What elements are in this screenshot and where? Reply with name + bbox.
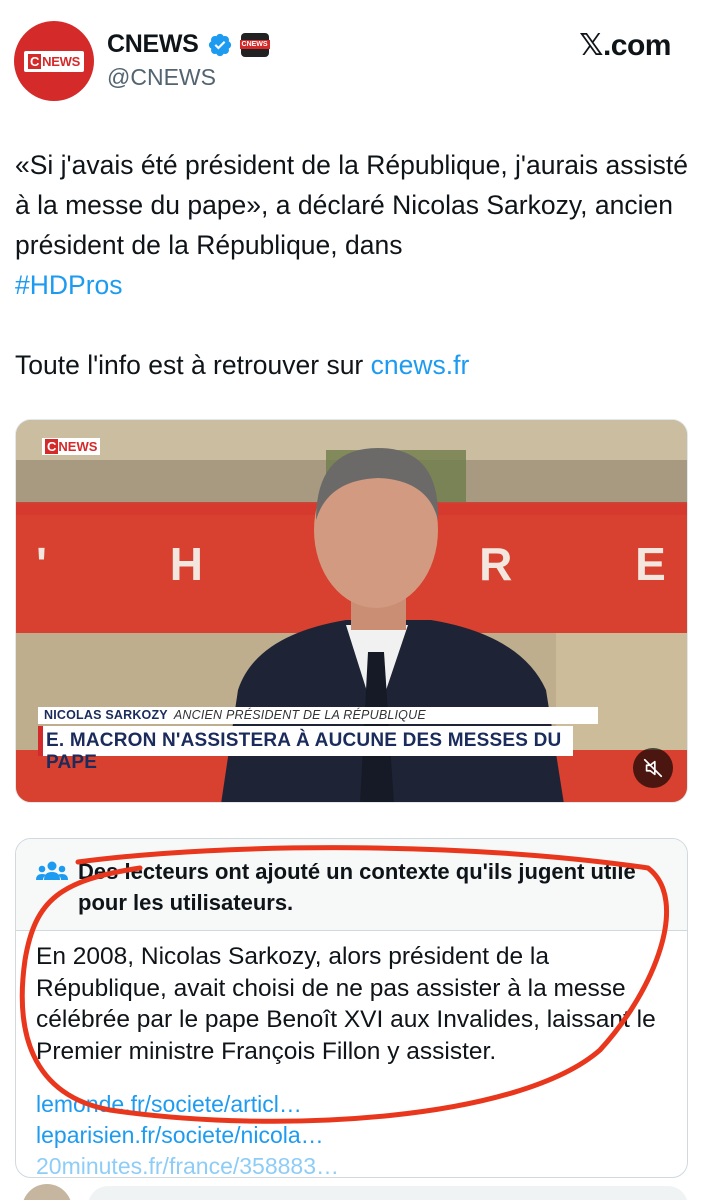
display-name[interactable]: CNEWS: [107, 30, 199, 59]
user-avatar[interactable]: [22, 1184, 72, 1200]
cnews-logo: C NEWS: [24, 50, 84, 72]
channel-logo: C NEWS: [42, 438, 101, 455]
tweet-text-paragraph: «Si j'avais été président de la Républiq…: [15, 145, 690, 305]
lower-third-headline: E. MACRON N'ASSISTERA À AUCUNE DES MESSE…: [38, 726, 573, 773]
source-link[interactable]: leparisien.fr/societe/nicola…: [36, 1120, 667, 1151]
lower-third-name: NICOLAS SARKOZY ANCIEN PRÉSIDENT DE LA RÉ…: [38, 707, 598, 724]
account-handle[interactable]: @CNEWS: [107, 64, 216, 91]
source-link[interactable]: 20minutes.fr/france/358883…: [36, 1151, 667, 1177]
speaker-muted-icon: [643, 758, 663, 778]
community-note-sources: lemonde.fr/societe/articl… leparisien.fr…: [16, 1067, 687, 1177]
cnews-link[interactable]: cnews.fr: [371, 350, 470, 380]
x-logo-site: 𝕏.com: [579, 29, 671, 62]
hashtag-link[interactable]: #HDPros: [15, 270, 123, 300]
community-note-header: Des lecteurs ont ajouté un contexte qu'i…: [16, 839, 687, 931]
people-icon: [36, 861, 68, 880]
affiliate-badge[interactable]: CNEWS: [239, 32, 270, 57]
reply-bar: [0, 1178, 703, 1200]
tweet-text: «Si j'avais été président de la Républiq…: [15, 145, 690, 385]
community-note-body: En 2008, Nicolas Sarkozy, alors présiden…: [36, 943, 656, 1065]
reply-input[interactable]: [88, 1186, 688, 1200]
name-row: CNEWS CNEWS: [107, 30, 270, 59]
community-note: Des lecteurs ont ajouté un contexte qu'i…: [15, 838, 688, 1178]
source-link[interactable]: lemonde.fr/societe/articl…: [36, 1089, 667, 1120]
tweet-quote-text: «Si j'avais été président de la Républiq…: [15, 150, 689, 260]
account-avatar[interactable]: C NEWS: [14, 21, 94, 101]
verified-badge-icon: [208, 33, 231, 56]
video-player[interactable]: ' H E R E CNEWS NICOLAS SARKOZYANCIEN PR…: [15, 419, 688, 803]
mute-button[interactable]: [633, 748, 673, 788]
community-note-title: Des lecteurs ont ajouté un contexte qu'i…: [78, 859, 636, 915]
tweet-info-line: Toute l'info est à retrouver sur cnews.f…: [15, 345, 690, 385]
info-text: Toute l'info est à retrouver sur: [15, 350, 371, 380]
tweet-header: C NEWS CNEWS CNEWS @CNEWS 𝕏.com: [0, 0, 703, 110]
